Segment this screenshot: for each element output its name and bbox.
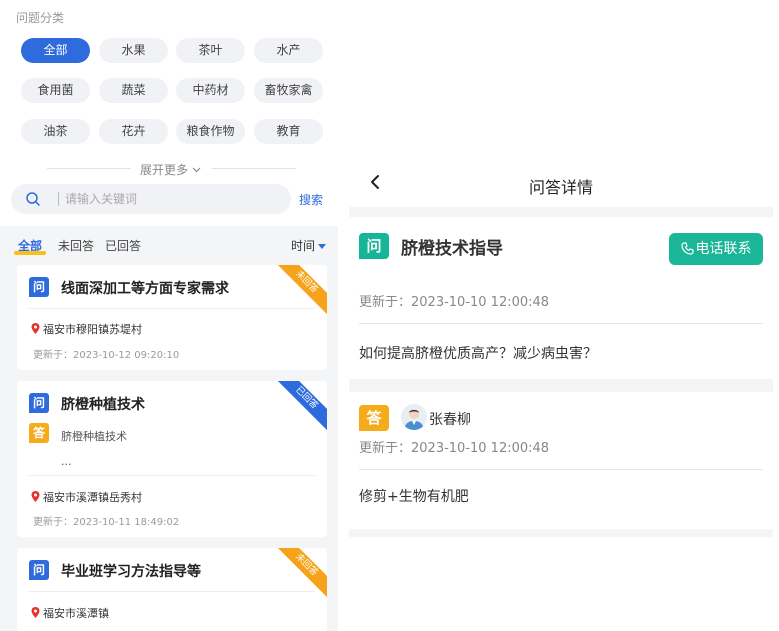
updated-time: 更新于：2023-10-11 18:49:02 xyxy=(33,517,180,528)
detail-divider xyxy=(359,323,763,324)
detail-navbar: 问答详情 xyxy=(349,161,773,207)
question-card[interactable]: 问 脐橙种植技术 已回答 答 脐橙种植技术 ... 福安市溪潭镇岳秀村 更新于：… xyxy=(17,381,327,537)
status-ribbon: 已回答 xyxy=(270,381,327,435)
category-chip-oil-tea[interactable]: 油茶 xyxy=(21,119,90,144)
answer-badge: 答 xyxy=(359,405,389,431)
category-area: 问题分类 全部 水果 茶叶 水产 食用菌 蔬菜 中药材 畜牧家禽 油茶 花卉 粮… xyxy=(0,0,338,226)
question-section: 问 脐橙技术指导 电话联系 更新于：2023-10-10 12:00:48 如何… xyxy=(349,217,773,379)
category-chip-education[interactable]: 教育 xyxy=(254,119,323,144)
category-title: 问题分类 xyxy=(16,11,65,25)
search-box xyxy=(11,184,291,214)
question-detail-panel: 问答详情 问 脐橙技术指导 电话联系 更新于：2023-10-10 12:00:… xyxy=(349,161,773,537)
phone-contact-label: 电话联系 xyxy=(695,241,752,257)
question-title: 脐橙种植技术 xyxy=(61,397,145,413)
category-chip-fungi[interactable]: 食用菌 xyxy=(21,78,90,103)
location-text: 福安市穆阳镇苏堤村 xyxy=(43,323,142,336)
location-text: 福安市溪潭镇岳秀村 xyxy=(43,491,142,504)
search-button[interactable]: 搜索 xyxy=(299,191,323,208)
answer-section: 答 张春柳 更新于：2023-10-10 12:00:48 修剪+生物有机肥 xyxy=(349,392,773,529)
category-chip-herbs[interactable]: 中药材 xyxy=(176,78,245,103)
phone-contact-button[interactable]: 电话联系 xyxy=(669,233,763,265)
status-ribbon: 未回答 xyxy=(270,265,327,319)
location-pin-icon xyxy=(31,607,40,618)
sort-by-time[interactable]: 时间 xyxy=(291,237,327,254)
question-card[interactable]: 问 毕业班学习方法指导等 未回答 福安市溪潭镇 xyxy=(17,548,327,631)
category-chip-tea[interactable]: 茶叶 xyxy=(176,38,245,63)
caret-down-icon xyxy=(318,244,327,249)
phone-icon xyxy=(680,242,694,255)
answer-preview: 脐橙种植技术 xyxy=(61,430,127,443)
search-separator xyxy=(58,192,59,206)
search-icon xyxy=(26,192,40,206)
question-badge: 问 xyxy=(29,277,49,297)
question-title: 脐橙技术指导 xyxy=(401,239,503,259)
category-chip-aquatic[interactable]: 水产 xyxy=(254,38,323,63)
card-divider xyxy=(29,308,315,309)
chevron-down-icon xyxy=(192,167,201,173)
expand-more[interactable]: 展开更多 xyxy=(0,160,338,178)
category-chip-vegetable[interactable]: 蔬菜 xyxy=(99,78,168,103)
question-title: 毕业班学习方法指导等 xyxy=(61,564,201,580)
tab-answered[interactable]: 已回答 xyxy=(105,237,141,254)
answer-updated-time: 更新于：2023-10-10 12:00:48 xyxy=(359,441,550,456)
location-pin-icon xyxy=(31,491,40,502)
question-badge: 问 xyxy=(29,393,49,413)
question-list-panel: 问题分类 全部 水果 茶叶 水产 食用菌 蔬菜 中药材 畜牧家禽 油茶 花卉 粮… xyxy=(0,0,338,631)
category-chip-fruit[interactable]: 水果 xyxy=(99,38,168,63)
category-chip-all[interactable]: 全部 xyxy=(21,38,90,63)
card-divider xyxy=(29,475,315,476)
updated-time: 更新于：2023-10-10 12:00:48 xyxy=(359,295,550,310)
card-divider xyxy=(29,591,315,592)
question-badge: 问 xyxy=(29,560,49,580)
user-avatar-icon xyxy=(404,409,424,430)
expand-line-left xyxy=(47,168,131,169)
expand-line-right xyxy=(212,168,296,169)
question-text: 如何提高脐橙优质高产？减少病虫害？ xyxy=(359,346,597,362)
answer-badge: 答 xyxy=(29,423,49,443)
search-input[interactable] xyxy=(65,189,275,209)
answer-text: 修剪+生物有机肥 xyxy=(359,489,469,505)
question-badge: 问 xyxy=(359,233,389,259)
avatar xyxy=(401,404,427,430)
filter-tabs: 全部 未回答 已回答 xyxy=(0,226,338,262)
detail-divider xyxy=(359,469,763,470)
category-chip-grain[interactable]: 粮食作物 xyxy=(176,119,245,144)
updated-time: 更新于：2023-10-12 09:20:10 xyxy=(33,350,180,361)
category-chip-flowers[interactable]: 花卉 xyxy=(99,119,168,144)
expand-more-label: 展开更多 xyxy=(140,163,189,177)
page-title: 问答详情 xyxy=(528,178,593,197)
answer-ellipsis: ... xyxy=(61,455,72,468)
category-chip-livestock[interactable]: 畜牧家禽 xyxy=(254,78,323,103)
status-ribbon: 未回答 xyxy=(270,548,327,602)
question-card[interactable]: 问 线面深加工等方面专家需求 未回答 福安市穆阳镇苏堤村 更新于：2023-10… xyxy=(17,265,327,370)
answerer-name: 张春柳 xyxy=(429,412,471,428)
question-title: 线面深加工等方面专家需求 xyxy=(61,281,229,297)
location-text: 福安市溪潭镇 xyxy=(43,607,109,620)
sort-label: 时间 xyxy=(291,239,316,253)
active-tab-indicator xyxy=(14,251,46,255)
tab-unanswered[interactable]: 未回答 xyxy=(58,237,94,254)
location-pin-icon xyxy=(31,323,40,334)
